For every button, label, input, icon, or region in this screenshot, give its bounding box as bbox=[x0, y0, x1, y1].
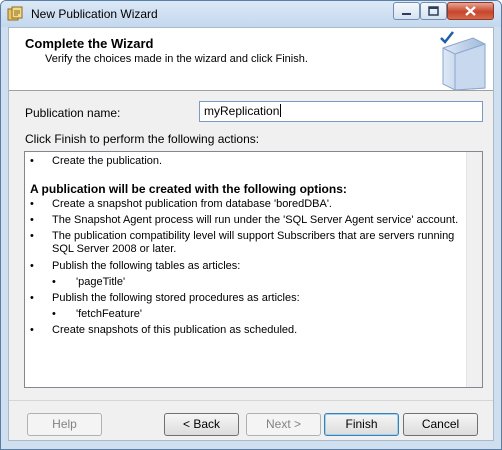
actions-content: • Create the publication. A publication … bbox=[26, 153, 466, 386]
cancel-button[interactable]: Cancel bbox=[403, 413, 478, 436]
footer-divider bbox=[9, 400, 493, 401]
page-title: Complete the Wizard bbox=[25, 36, 154, 51]
close-button[interactable] bbox=[447, 2, 494, 20]
bullet: • bbox=[30, 260, 34, 272]
publication-name-input[interactable]: myReplication bbox=[199, 101, 483, 122]
minimize-icon bbox=[402, 13, 411, 15]
bullet: • bbox=[30, 155, 34, 167]
table-article: 'pageTitle' bbox=[76, 276, 126, 288]
back-button[interactable]: < Back bbox=[164, 413, 239, 436]
bullet: • bbox=[52, 276, 56, 288]
wizard-app-icon bbox=[7, 6, 23, 21]
action-snapshot-db: Create a snapshot publication from datab… bbox=[52, 198, 332, 210]
vertical-scrollbar[interactable] bbox=[466, 152, 482, 387]
actions-list[interactable]: • Create the publication. A publication … bbox=[24, 151, 483, 388]
wizard-window: New Publication Wizard Complete the Wiza… bbox=[0, 0, 502, 450]
instructions-label: Click Finish to perform the following ac… bbox=[25, 132, 260, 146]
bullet: • bbox=[30, 214, 34, 226]
close-icon bbox=[465, 6, 476, 16]
bullet: • bbox=[52, 308, 56, 320]
action-tables-heading: Publish the following tables as articles… bbox=[52, 260, 241, 272]
bullet: • bbox=[30, 324, 34, 336]
bullet: • bbox=[30, 230, 34, 242]
publication-name-value: myReplication bbox=[204, 104, 280, 118]
action-procs-heading: Publish the following stored procedures … bbox=[52, 292, 300, 304]
action-snapshots: Create snapshots of this publication as … bbox=[52, 324, 298, 336]
procedure-article: 'fetchFeature' bbox=[76, 308, 142, 320]
minimize-button[interactable] bbox=[393, 2, 420, 20]
window-title: New Publication Wizard bbox=[31, 7, 158, 21]
title-bar[interactable]: New Publication Wizard bbox=[1, 1, 501, 27]
wizard-client-area: Complete the Wizard Verify the choices m… bbox=[8, 27, 494, 441]
publication-name-label: Publication name: bbox=[25, 106, 121, 120]
action-create: Create the publication. bbox=[52, 155, 163, 167]
maximize-icon bbox=[428, 6, 439, 16]
action-agent: The Snapshot Agent process will run unde… bbox=[52, 214, 459, 226]
help-button[interactable]: Help bbox=[27, 413, 102, 436]
options-heading: A publication will be created with the f… bbox=[30, 182, 347, 196]
maximize-button[interactable] bbox=[420, 2, 447, 20]
next-button[interactable]: Next > bbox=[246, 413, 321, 436]
bullet: • bbox=[30, 198, 34, 210]
book-checkmark-icon bbox=[440, 31, 486, 90]
finish-button[interactable]: Finish bbox=[324, 413, 399, 436]
wizard-header: Complete the Wizard Verify the choices m… bbox=[9, 28, 493, 91]
action-compat: The publication compatibility level will… bbox=[52, 230, 455, 255]
bullet: • bbox=[30, 292, 34, 304]
page-subtitle: Verify the choices made in the wizard an… bbox=[45, 53, 308, 65]
text-caret bbox=[280, 104, 282, 117]
